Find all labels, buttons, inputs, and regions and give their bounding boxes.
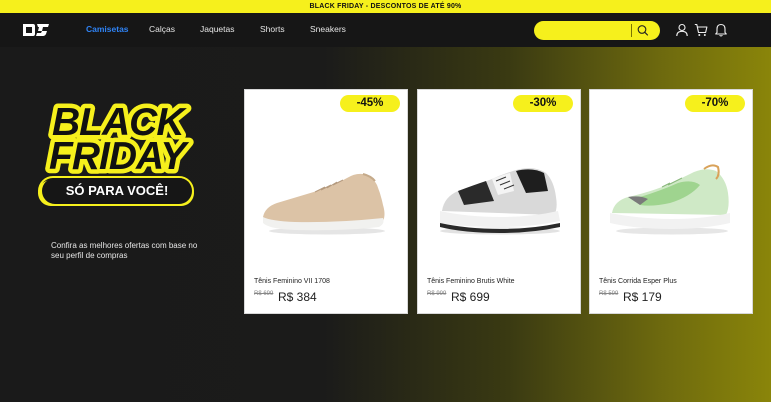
nav-link-camisetas[interactable]: Camisetas	[86, 24, 129, 34]
product-old-price: R$ 699	[254, 291, 274, 297]
cart-icon[interactable]	[694, 23, 708, 37]
nav-link-calcas[interactable]: Calças	[149, 24, 175, 34]
search-divider	[631, 24, 632, 37]
product-name: Tênis Feminino Brutis White	[427, 278, 515, 285]
product-price: R$ 384	[278, 290, 317, 304]
announcement-text: BLACK FRIDAY - DESCONTOS DE ATÉ 90%	[309, 3, 462, 10]
product-old-price: R$ 599	[599, 291, 619, 297]
discount-badge: -45%	[340, 95, 400, 112]
nav-link-jaquetas[interactable]: Jaquetas	[200, 24, 235, 34]
discount-badge: -70%	[685, 95, 745, 112]
product-price: R$ 699	[451, 290, 490, 304]
shoe-image	[263, 173, 385, 235]
shoe-image	[440, 168, 560, 235]
announcement-bar: BLACK FRIDAY - DESCONTOS DE ATÉ 90%	[0, 0, 771, 13]
hero-pill: SÓ PARA VOCÊ!	[38, 176, 194, 206]
shoe-image	[610, 164, 730, 235]
bell-icon[interactable]	[714, 23, 728, 37]
hero-banner: BLACK BLACK FRIDAY FRIDAY SÓ PARA VOCÊ! …	[0, 47, 771, 402]
product-card[interactable]: -30% Tênis Feminino Brutis White R$ 999 …	[417, 89, 581, 314]
product-name: Tênis Feminino VII 1708	[254, 278, 330, 285]
search-bar	[534, 21, 660, 40]
hero-title-line2: FRIDAY	[49, 135, 189, 178]
product-card[interactable]: -70% Tênis Corrida Esper Plus R$ 599 R$ …	[589, 89, 753, 314]
brand-logo[interactable]	[21, 22, 51, 38]
discount-badge: -30%	[513, 95, 573, 112]
hero-description: Confira as melhores ofertas com base no …	[51, 241, 198, 260]
product-price: R$ 179	[623, 290, 662, 304]
hero-pill-text: SÓ PARA VOCÊ!	[42, 178, 192, 204]
user-icon[interactable]	[675, 23, 689, 37]
top-navbar: Camisetas Calças Jaquetas Shorts Sneaker…	[0, 13, 771, 47]
product-card[interactable]: -45% Tênis Feminino VII 1708 R$ 699 R$ 3…	[244, 89, 408, 314]
search-input[interactable]	[542, 24, 632, 37]
product-old-price: R$ 999	[427, 291, 447, 297]
product-name: Tênis Corrida Esper Plus	[599, 278, 677, 285]
search-icon[interactable]	[636, 24, 650, 37]
nav-link-shorts[interactable]: Shorts	[260, 24, 285, 34]
nav-link-sneakers[interactable]: Sneakers	[310, 24, 346, 34]
